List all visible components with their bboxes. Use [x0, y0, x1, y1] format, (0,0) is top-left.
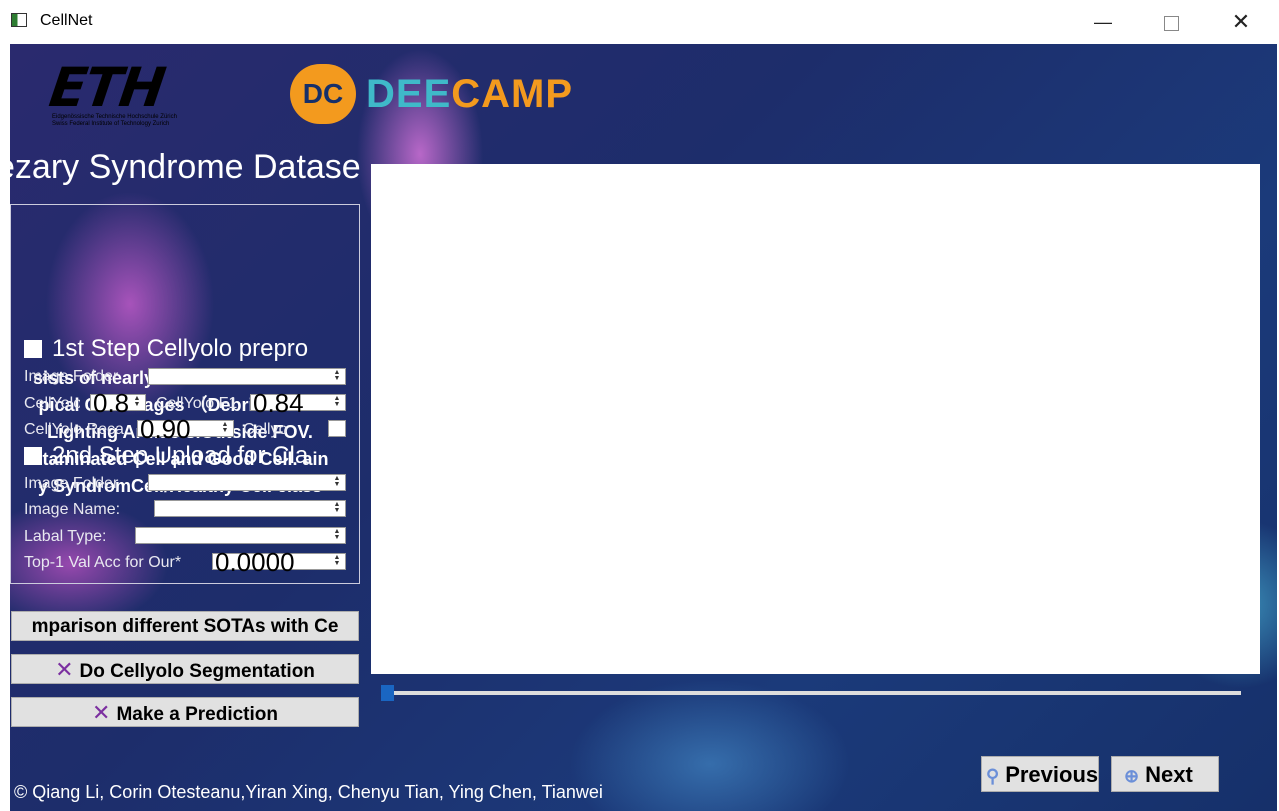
next-button[interactable]: ⊕ Next [1111, 756, 1219, 792]
spin-arrows-icon[interactable]: ▲ ▼ [331, 475, 343, 489]
checkbox-icon[interactable] [24, 340, 42, 358]
label-type-input[interactable]: ▲ ▼ [135, 527, 346, 544]
spin-arrows-icon[interactable]: ▲ ▼ [331, 395, 343, 409]
deecamp-badge-icon: DC [290, 64, 356, 124]
step2-image-folder-input[interactable]: ▲ ▼ [148, 474, 346, 491]
deecamp-wordmark: DEECAMP [366, 72, 573, 117]
eth-logo-text: ETH [45, 56, 168, 119]
user-icon: ⚲ [986, 766, 1000, 786]
spin-arrows-icon[interactable]: ▲ ▼ [131, 395, 143, 409]
eth-logo: ETH Eidgenössische Technische Hochschule… [46, 56, 215, 132]
spin-arrows-icon[interactable]: ▲ ▼ [331, 369, 343, 383]
spin-arrows-icon[interactable]: ▲ ▼ [219, 421, 231, 435]
cellyolo-f1-label: CellYolo F1 [156, 395, 238, 412]
cellyolo-recall-spinbox[interactable]: 0.90 ▲ ▼ [137, 414, 234, 444]
cellyo-spinbox[interactable]: 0. [328, 420, 346, 437]
checkbox-icon[interactable] [24, 447, 42, 465]
dataset-title: ezary Syndrome Datase [10, 148, 361, 186]
slider-handle[interactable] [381, 685, 394, 701]
previous-button[interactable]: ⚲ Previous [981, 756, 1099, 792]
spin-arrows-icon[interactable]: ▲ ▼ [331, 501, 343, 515]
deecamp-camp: CAMP [451, 72, 574, 116]
image-slider[interactable] [385, 691, 1241, 695]
deecamp-dee: DEE [366, 72, 452, 116]
spin-arrows-icon[interactable]: ▲ ▼ [331, 554, 343, 568]
app-icon [11, 13, 27, 27]
eth-logo-subtitle-2: Swiss Federal Institute of Technology Zu… [52, 121, 170, 127]
title-bar: CellNet — ✕ [0, 0, 1279, 44]
cellyo-label: Cellyo [243, 421, 288, 438]
next-button-label: Next [1145, 762, 1193, 787]
cellyolo-recall-value: 0.90 [140, 414, 191, 444]
step2-label: 2nd Step Upload for Cla [52, 442, 309, 469]
maximize-button[interactable] [1148, 6, 1194, 38]
label-type-label: Labal Type: [24, 528, 107, 545]
image-name-label: Image Name: [24, 501, 121, 518]
close-icon: ✕ [55, 657, 74, 682]
step2-checkbox[interactable]: 2nd Step Upload for Cla [24, 442, 354, 470]
cellyolo-value: 0.8 [93, 388, 129, 418]
window-title: CellNet [40, 12, 93, 29]
cellyolo-f1-spinbox[interactable]: 0.84 ▲ ▼ [250, 388, 346, 418]
step1-image-folder-label: Image Folder [24, 368, 119, 385]
previous-button-label: Previous [1005, 762, 1099, 787]
step1-label: 1st Step Cellyolo prepro [52, 335, 309, 362]
step1-image-folder-input[interactable]: ▲ ▼ [148, 368, 346, 385]
target-icon: ⊕ [1124, 766, 1140, 786]
make-prediction-button[interactable]: ✕ Make a Prediction [11, 697, 359, 727]
accuracy-value: 0.0000 [215, 547, 295, 577]
accuracy-spinbox[interactable]: 0.0000 ▲ ▼ [212, 547, 346, 577]
segmentation-button-label: Do Cellyolo Segmentation [79, 661, 315, 682]
cellyolo-recall-label: CellYolo Reca [24, 421, 124, 438]
cellyolo-label: CellYolo [24, 395, 80, 412]
cellyolo-segmentation-button[interactable]: ✕ Do Cellyolo Segmentation [11, 654, 359, 684]
image-view [371, 164, 1260, 674]
cellyolo-f1-value: 0.84 [253, 388, 304, 418]
step1-checkbox[interactable]: 1st Step Cellyolo prepro [24, 335, 354, 363]
spin-arrows-icon[interactable]: ▲ ▼ [331, 528, 343, 542]
deecamp-logo: DC DEECAMP [290, 64, 670, 128]
cellyolo-spinbox[interactable]: 0.8 ▲ ▼ [90, 388, 146, 418]
minimize-button[interactable]: — [1080, 6, 1126, 38]
credits-text: © Qiang Li, Corin Otesteanu,Yiran Xing, … [14, 782, 603, 802]
maximize-icon [1163, 15, 1179, 31]
prediction-button-label: Make a Prediction [116, 704, 278, 725]
main-content: ETH Eidgenössische Technische Hochschule… [10, 44, 1277, 811]
close-icon: ✕ [92, 700, 111, 725]
image-name-input[interactable]: ▲ ▼ [154, 500, 346, 517]
accuracy-label: Top-1 Val Acc for Our* [24, 554, 182, 571]
step2-image-folder-label: Image Folder [24, 475, 119, 492]
compare-sotas-button[interactable]: mparison different SOTAs with Ce [11, 611, 359, 641]
close-button[interactable]: ✕ [1218, 6, 1264, 38]
